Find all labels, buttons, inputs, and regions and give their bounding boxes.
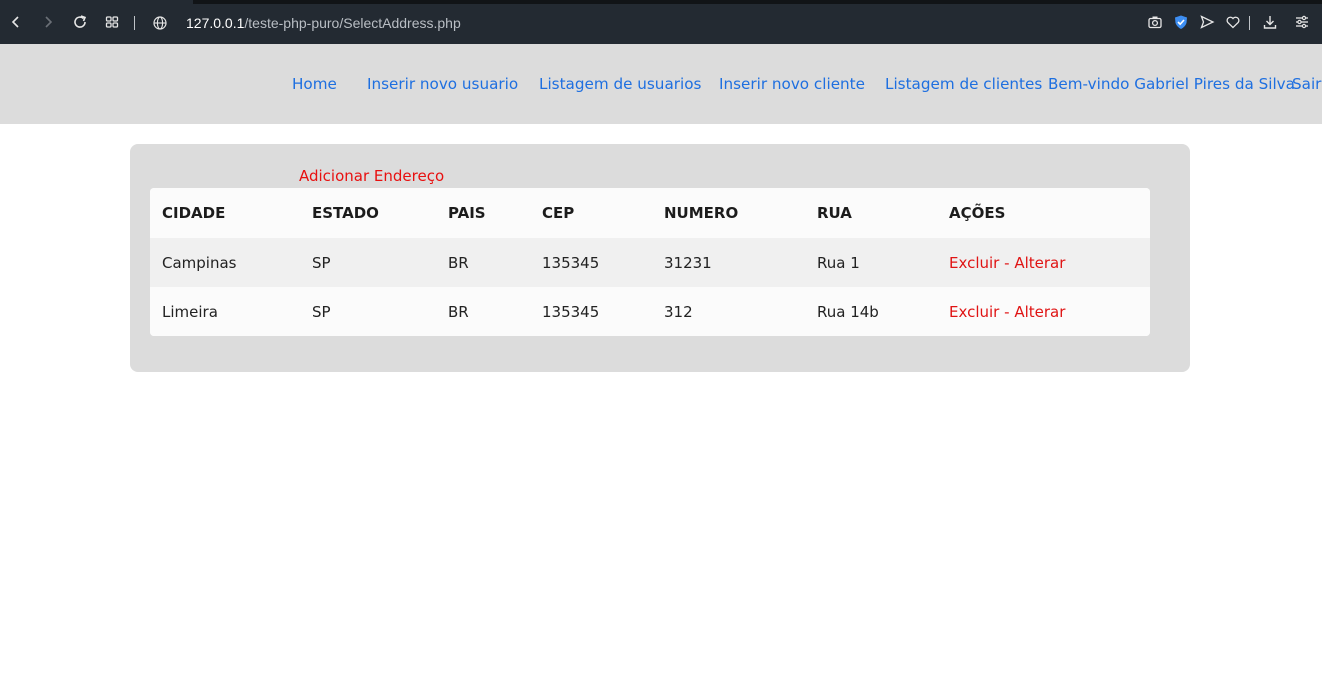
column-header-numero: NUMERO bbox=[664, 204, 739, 222]
delete-link[interactable]: Excluir bbox=[949, 254, 999, 272]
table-header-row: CIDADE ESTADO PAIS CEP NUMERO RUA AÇÕES bbox=[150, 188, 1150, 238]
site-navbar: Home Inserir novo usuario Listagem de us… bbox=[0, 44, 1322, 124]
toolbar-separator bbox=[1249, 16, 1250, 30]
browser-toolbar: 127.0.0.1/teste-php-puro/SelectAddress.p… bbox=[0, 0, 1322, 44]
cell-pais: BR bbox=[448, 253, 469, 272]
cell-actions: Excluir - Alterar bbox=[949, 238, 1065, 287]
nav-link-logout[interactable]: Sair bbox=[1292, 75, 1321, 93]
nav-link-insert-client[interactable]: Inserir novo cliente bbox=[719, 75, 865, 93]
url-path: /teste-php-puro/SelectAddress.php bbox=[244, 15, 461, 31]
cell-actions: Excluir - Alterar bbox=[949, 287, 1065, 336]
forward-icon[interactable] bbox=[40, 14, 56, 30]
cell-numero: 31231 bbox=[664, 253, 712, 272]
cell-estado: SP bbox=[312, 302, 331, 321]
table-row: Campinas SP BR 135345 31231 Rua 1 Exclui… bbox=[150, 238, 1150, 287]
heart-icon[interactable] bbox=[1225, 14, 1241, 30]
address-table: CIDADE ESTADO PAIS CEP NUMERO RUA AÇÕES … bbox=[150, 188, 1150, 336]
download-icon[interactable] bbox=[1262, 14, 1278, 30]
nav-link-insert-user[interactable]: Inserir novo usuario bbox=[367, 75, 518, 93]
column-header-acoes: AÇÕES bbox=[949, 204, 1006, 222]
tabs-grid-icon[interactable] bbox=[104, 14, 120, 30]
address-bar[interactable]: 127.0.0.1/teste-php-puro/SelectAddress.p… bbox=[186, 14, 461, 32]
column-header-pais: PAIS bbox=[448, 204, 486, 222]
cell-cidade: Campinas bbox=[162, 253, 237, 272]
cell-cidade: Limeira bbox=[162, 302, 218, 321]
reload-icon[interactable] bbox=[72, 14, 88, 30]
cell-cep: 135345 bbox=[542, 253, 600, 272]
column-header-estado: ESTADO bbox=[312, 204, 379, 222]
tab-strip-edge bbox=[193, 0, 1322, 4]
cell-rua: Rua 14b bbox=[817, 302, 879, 321]
delete-link[interactable]: Excluir bbox=[949, 303, 999, 321]
column-header-cep: CEP bbox=[542, 204, 575, 222]
nav-link-list-users[interactable]: Listagem de usuarios bbox=[539, 75, 701, 93]
action-separator: - bbox=[999, 302, 1015, 321]
table-row: Limeira SP BR 135345 312 Rua 14b Excluir… bbox=[150, 287, 1150, 336]
cell-numero: 312 bbox=[664, 302, 693, 321]
globe-icon bbox=[153, 16, 167, 30]
shield-icon[interactable] bbox=[1173, 14, 1189, 30]
cell-estado: SP bbox=[312, 253, 331, 272]
edit-link[interactable]: Alterar bbox=[1014, 303, 1065, 321]
nav-link-home[interactable]: Home bbox=[292, 75, 337, 93]
cell-cep: 135345 bbox=[542, 302, 600, 321]
action-separator: - bbox=[999, 253, 1015, 272]
send-icon[interactable] bbox=[1199, 14, 1215, 30]
cell-rua: Rua 1 bbox=[817, 253, 860, 272]
column-header-cidade: CIDADE bbox=[162, 204, 226, 222]
menu-icon[interactable] bbox=[1294, 14, 1310, 30]
toolbar-separator bbox=[134, 16, 135, 30]
camera-icon[interactable] bbox=[1147, 14, 1163, 30]
column-header-rua: RUA bbox=[817, 204, 852, 222]
add-address-link[interactable]: Adicionar Endereço bbox=[299, 167, 444, 185]
back-icon[interactable] bbox=[8, 14, 24, 30]
cell-pais: BR bbox=[448, 302, 469, 321]
url-host: 127.0.0.1 bbox=[186, 15, 245, 31]
nav-link-list-clients[interactable]: Listagem de clientes bbox=[885, 75, 1042, 93]
nav-welcome-user[interactable]: Bem-vindo Gabriel Pires da Silva bbox=[1048, 75, 1295, 93]
edit-link[interactable]: Alterar bbox=[1014, 254, 1065, 272]
